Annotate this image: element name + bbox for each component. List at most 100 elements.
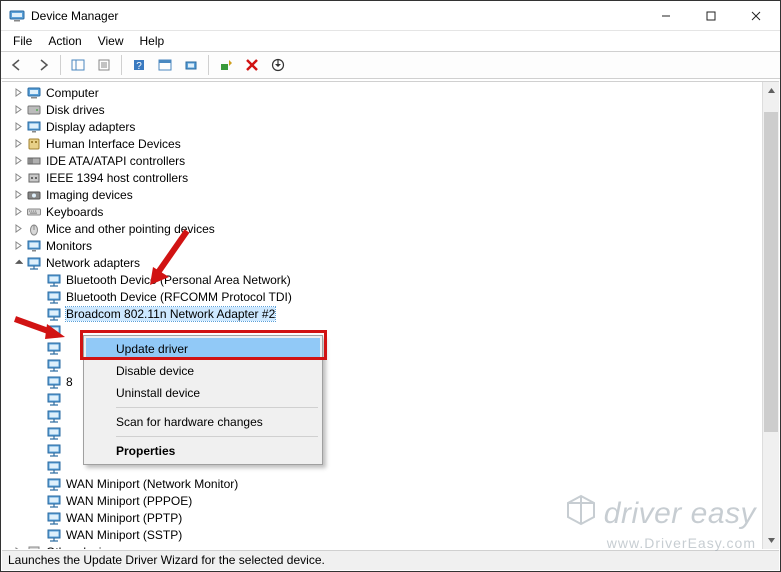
tree-category[interactable]: IEEE 1394 host controllers bbox=[2, 169, 762, 186]
tree-category[interactable]: Monitors bbox=[2, 237, 762, 254]
tree-item-label: Broadcom 802.11n Network Adapter #2 bbox=[66, 307, 275, 321]
network-icon bbox=[46, 323, 62, 339]
action-button[interactable] bbox=[153, 54, 177, 76]
tree-category[interactable]: Computer bbox=[2, 84, 762, 101]
tree-item-label: Mice and other pointing devices bbox=[46, 222, 215, 236]
tree-category[interactable]: Display adapters bbox=[2, 118, 762, 135]
tree-device[interactable]: Bluetooth Device (RFCOMM Protocol TDI) bbox=[2, 288, 762, 305]
scroll-thumb[interactable] bbox=[764, 112, 778, 432]
network-icon bbox=[26, 255, 42, 271]
toolbar: ? bbox=[1, 51, 780, 79]
network-icon bbox=[46, 476, 62, 492]
expand-icon[interactable] bbox=[10, 136, 26, 152]
expander-placeholder bbox=[30, 340, 46, 356]
tree-device[interactable]: Bluetooth Device (Personal Area Network) bbox=[2, 271, 762, 288]
device-tree[interactable]: Computer Disk drives Display adapters Human… bbox=[2, 82, 762, 549]
ctx-properties[interactable]: Properties bbox=[86, 440, 320, 462]
minimize-button[interactable] bbox=[643, 1, 688, 30]
hid-icon bbox=[26, 136, 42, 152]
expand-icon[interactable] bbox=[10, 85, 26, 101]
network-icon bbox=[46, 272, 62, 288]
network-icon bbox=[46, 340, 62, 356]
expand-icon[interactable] bbox=[10, 221, 26, 237]
expander-placeholder bbox=[30, 510, 46, 526]
expand-icon[interactable] bbox=[10, 187, 26, 203]
other-icon: ? bbox=[26, 544, 42, 550]
svg-text:?: ? bbox=[136, 61, 142, 72]
disk-icon bbox=[26, 102, 42, 118]
tree-item-label: Disk drives bbox=[46, 103, 105, 117]
expand-icon[interactable] bbox=[10, 170, 26, 186]
tree-category[interactable]: Disk drives bbox=[2, 101, 762, 118]
tree-category[interactable]: Network adapters bbox=[2, 254, 762, 271]
tree-category[interactable]: Mice and other pointing devices bbox=[2, 220, 762, 237]
ctx-update-driver[interactable]: Update driver bbox=[86, 338, 320, 360]
toolbar-separator bbox=[121, 55, 122, 75]
network-icon bbox=[46, 425, 62, 441]
ctx-separator bbox=[116, 407, 318, 408]
network-icon bbox=[46, 459, 62, 475]
tree-item-label: Keyboards bbox=[46, 205, 103, 219]
scan-hardware-button[interactable] bbox=[179, 54, 203, 76]
tree-category[interactable]: IDE ATA/ATAPI controllers bbox=[2, 152, 762, 169]
expander-placeholder bbox=[30, 306, 46, 322]
status-text: Launches the Update Driver Wizard for th… bbox=[8, 553, 325, 567]
ctx-disable-device[interactable]: Disable device bbox=[86, 360, 320, 382]
tree-category[interactable]: Keyboards bbox=[2, 203, 762, 220]
tree-item-label: Monitors bbox=[46, 239, 92, 253]
back-button[interactable] bbox=[5, 54, 29, 76]
toolbar-separator bbox=[208, 55, 209, 75]
show-hide-tree-button[interactable] bbox=[66, 54, 90, 76]
menu-help[interactable]: Help bbox=[132, 32, 173, 50]
expander-placeholder bbox=[30, 425, 46, 441]
menu-view[interactable]: View bbox=[90, 32, 132, 50]
tree-device[interactable]: WAN Miniport (PPTP) bbox=[2, 509, 762, 526]
help-button[interactable]: ? bbox=[127, 54, 151, 76]
monitor-icon bbox=[26, 238, 42, 254]
ctx-separator bbox=[116, 436, 318, 437]
keyboard-icon bbox=[26, 204, 42, 220]
tree-category[interactable]: ?Other devices bbox=[2, 543, 762, 549]
network-icon bbox=[46, 306, 62, 322]
tree-category[interactable]: Imaging devices bbox=[2, 186, 762, 203]
network-icon bbox=[46, 510, 62, 526]
expand-icon[interactable] bbox=[10, 204, 26, 220]
tree-item-label: IEEE 1394 host controllers bbox=[46, 171, 188, 185]
tree-item-label: Display adapters bbox=[46, 120, 135, 134]
uninstall-button[interactable] bbox=[240, 54, 264, 76]
menu-file[interactable]: File bbox=[5, 32, 40, 50]
tree-item-label: Human Interface Devices bbox=[46, 137, 181, 151]
tree-item-label: WAN Miniport (PPPOE) bbox=[66, 494, 192, 508]
collapse-icon[interactable] bbox=[10, 255, 26, 271]
expander-placeholder bbox=[30, 442, 46, 458]
close-button[interactable] bbox=[733, 1, 778, 30]
disable-button[interactable] bbox=[266, 54, 290, 76]
scroll-up-button[interactable] bbox=[763, 82, 779, 99]
expand-icon[interactable] bbox=[10, 153, 26, 169]
scroll-down-button[interactable] bbox=[763, 532, 779, 549]
tree-item-label: WAN Miniport (PPTP) bbox=[66, 511, 182, 525]
tree-device[interactable]: WAN Miniport (Network Monitor) bbox=[2, 475, 762, 492]
tree-category[interactable]: Human Interface Devices bbox=[2, 135, 762, 152]
expand-icon[interactable] bbox=[10, 544, 26, 550]
tree-device[interactable]: Broadcom 802.11n Network Adapter #2 bbox=[2, 305, 762, 322]
tree-device[interactable]: WAN Miniport (SSTP) bbox=[2, 526, 762, 543]
expand-icon[interactable] bbox=[10, 102, 26, 118]
mouse-icon bbox=[26, 221, 42, 237]
ctx-uninstall-device[interactable]: Uninstall device bbox=[86, 382, 320, 404]
tree-item-label: Bluetooth Device (Personal Area Network) bbox=[66, 273, 291, 287]
network-icon bbox=[46, 493, 62, 509]
vertical-scrollbar[interactable] bbox=[762, 82, 779, 549]
expand-icon[interactable] bbox=[10, 119, 26, 135]
menu-action[interactable]: Action bbox=[40, 32, 89, 50]
forward-button[interactable] bbox=[31, 54, 55, 76]
update-driver-button[interactable] bbox=[214, 54, 238, 76]
tree-device[interactable]: WAN Miniport (PPPOE) bbox=[2, 492, 762, 509]
expander-placeholder bbox=[30, 493, 46, 509]
maximize-button[interactable] bbox=[688, 1, 733, 30]
ctx-scan-hardware[interactable]: Scan for hardware changes bbox=[86, 411, 320, 433]
properties-button[interactable] bbox=[92, 54, 116, 76]
network-icon bbox=[46, 391, 62, 407]
expander-placeholder bbox=[30, 323, 46, 339]
expand-icon[interactable] bbox=[10, 238, 26, 254]
